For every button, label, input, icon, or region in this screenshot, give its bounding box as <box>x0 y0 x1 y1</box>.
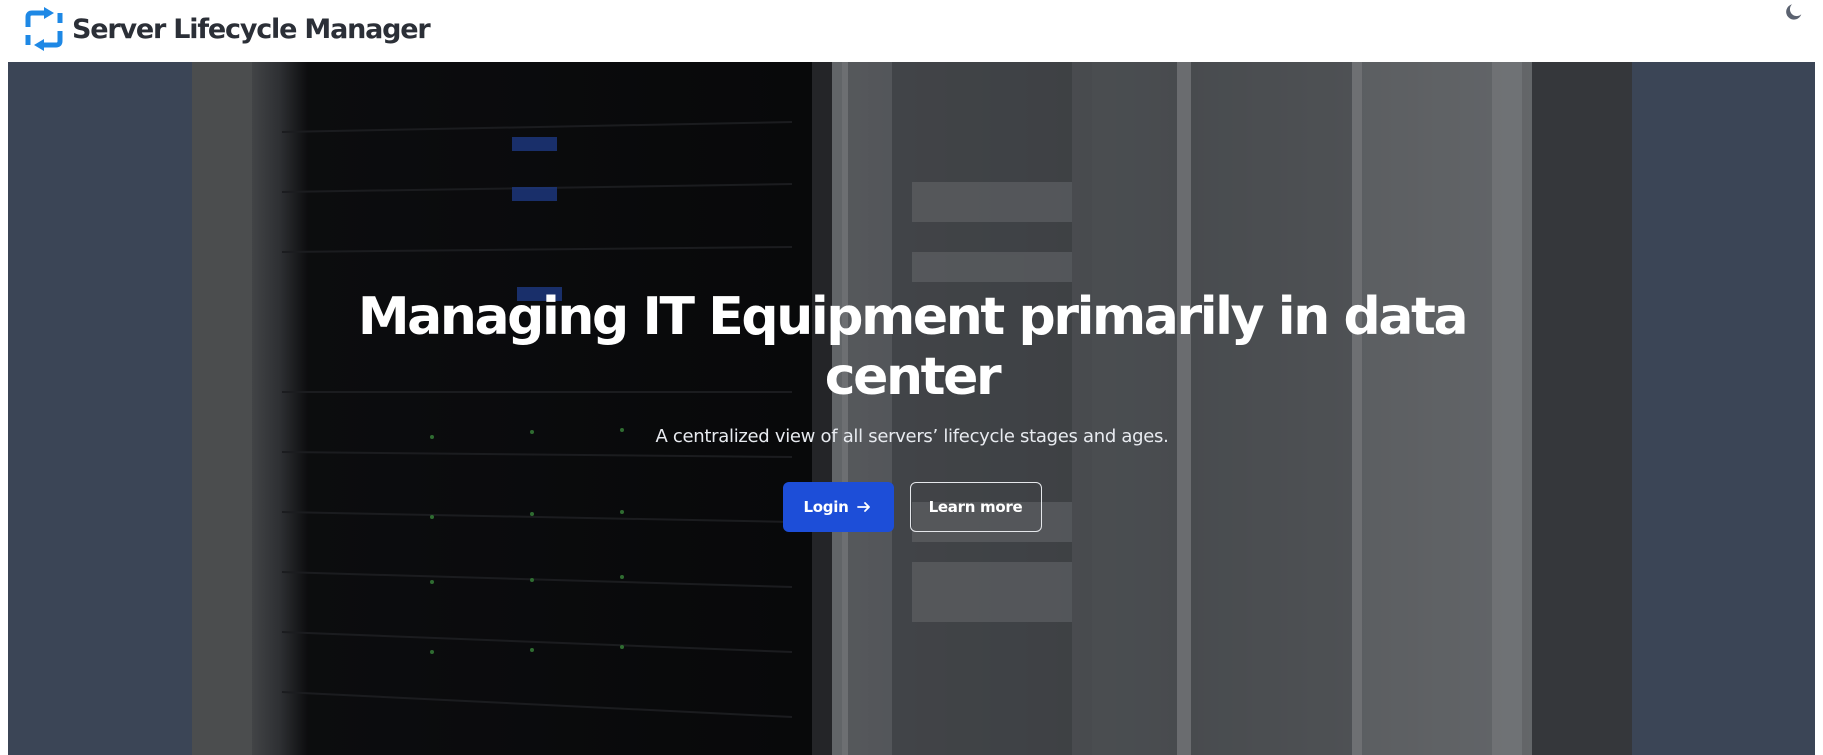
theme-toggle-button[interactable] <box>1783 1 1805 23</box>
cta-buttons: Login Learn more <box>192 482 1632 532</box>
sync-arrows-icon <box>25 7 63 51</box>
arrow-right-icon <box>857 502 871 512</box>
top-navigation-bar: Server Lifecycle Manager <box>0 0 1823 62</box>
moon-icon <box>1786 4 1802 20</box>
login-button[interactable]: Login <box>782 482 894 532</box>
hero-content: Managing IT Equipment primarily in data … <box>192 62 1632 755</box>
hero-subtitle: A centralized view of all servers’ lifec… <box>655 426 1169 447</box>
learn-more-button[interactable]: Learn more <box>909 482 1042 532</box>
brand[interactable]: Server Lifecycle Manager <box>22 4 431 54</box>
learn-more-button-label: Learn more <box>928 498 1023 516</box>
app-title: Server Lifecycle Manager <box>72 13 431 45</box>
hero-section: Managing IT Equipment primarily in data … <box>8 62 1815 755</box>
login-button-label: Login <box>803 498 849 516</box>
hero-title: Managing IT Equipment primarily in data … <box>357 287 1469 407</box>
